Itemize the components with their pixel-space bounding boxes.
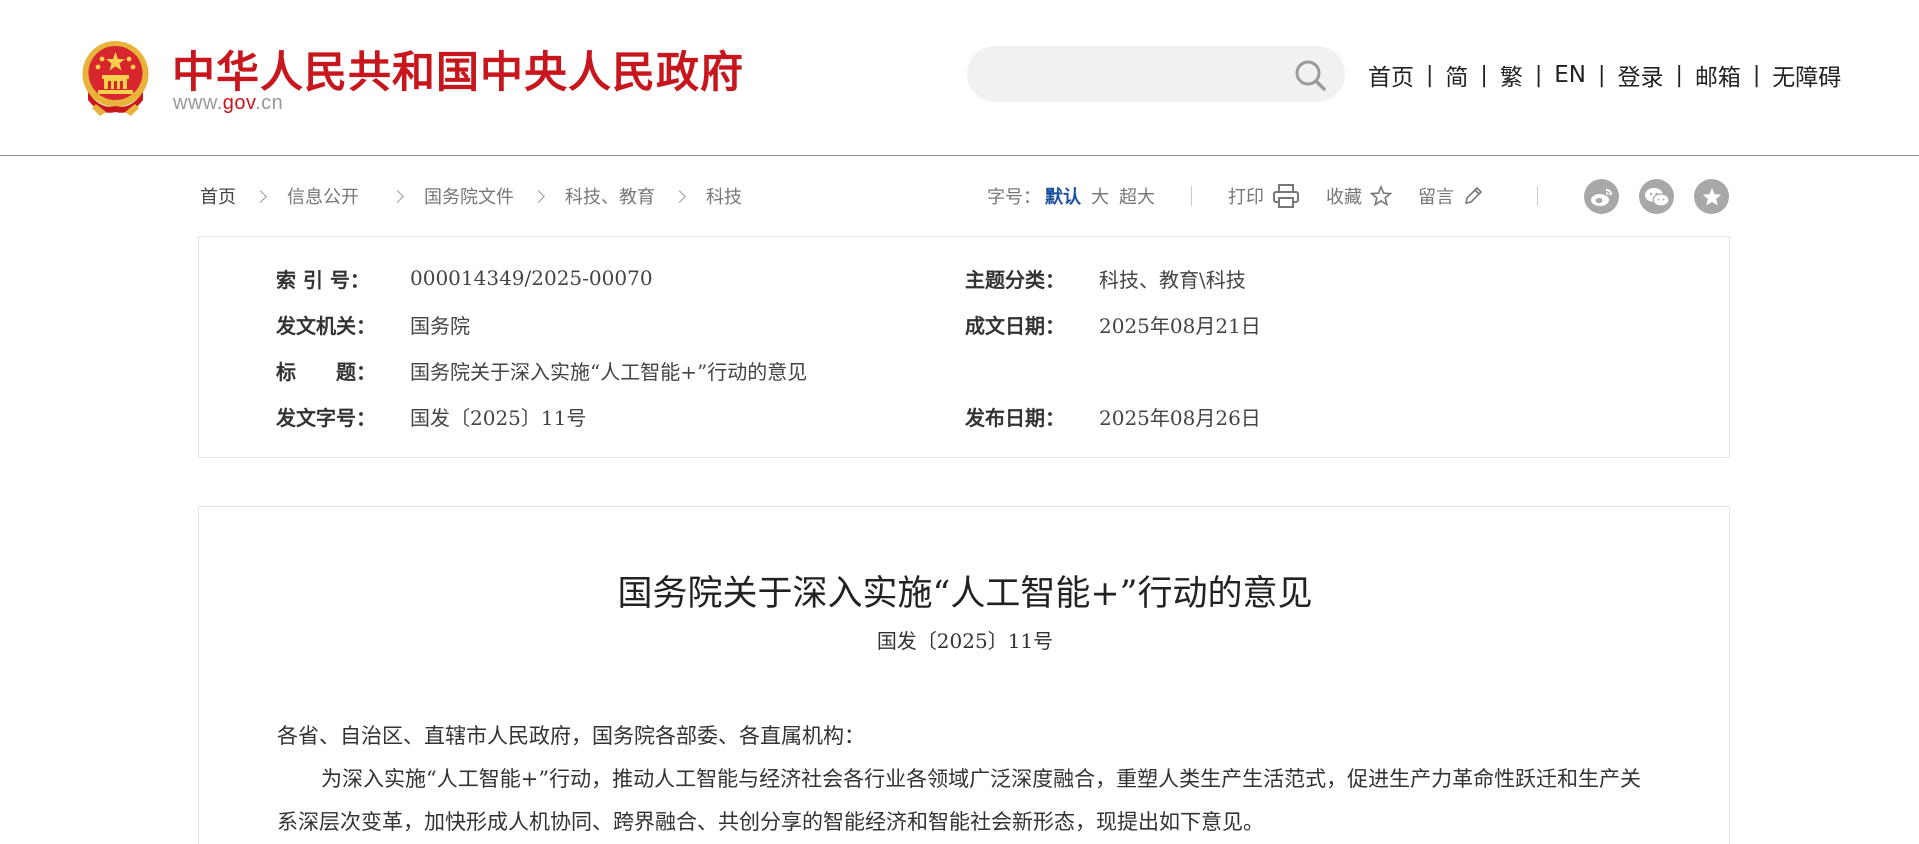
search-input[interactable]: [991, 56, 1271, 92]
info-row-title: 标 题： 国务院关于深入实施“人工智能+”行动的意见: [276, 355, 807, 385]
title-label: 标 题：: [276, 359, 376, 384]
title-value: 国务院关于深入实施“人工智能+”行动的意见: [410, 359, 808, 384]
breadcrumb-sci-edu[interactable]: 科技、教育: [565, 183, 655, 209]
chevron-right-icon: [532, 189, 545, 203]
breadcrumb-home[interactable]: 首页: [200, 183, 236, 209]
site-url-suffix: .cn: [255, 92, 284, 114]
nav-separator: |: [1675, 62, 1683, 88]
article-title: 国务院关于深入实施“人工智能+”行动的意见: [617, 574, 1313, 614]
info-row-topic: 主题分类： 科技、教育\科技: [965, 263, 1246, 293]
chevron-right-icon: [254, 189, 267, 203]
publish-date-label: 发布日期：: [965, 405, 1065, 430]
font-size-xlarge[interactable]: 超大: [1119, 183, 1155, 209]
article-container: 国务院关于深入实施“人工智能+”行动的意见 国发〔2025〕11号 各省、自治区…: [198, 506, 1730, 844]
index-no-label: 索 引 号：: [276, 267, 370, 292]
favorite-label: 收藏: [1326, 187, 1362, 208]
nav-english[interactable]: EN: [1552, 62, 1588, 88]
breadcrumb: 首页 信息公开 国务院文件 科技、教育 科技: [200, 182, 742, 210]
pencil-icon: [1464, 186, 1483, 205]
written-date-label: 成文日期：: [965, 313, 1065, 338]
font-size-label: 字号：: [987, 187, 1041, 208]
star-share-button[interactable]: [1694, 179, 1729, 214]
article-paragraph: 为深入实施“人工智能+”行动，推动人工智能与经济社会各行业各领域广泛深度融合，重…: [277, 767, 1642, 834]
wechat-share-button[interactable]: [1639, 179, 1674, 214]
weibo-share-button[interactable]: [1584, 179, 1619, 214]
article-toolbar: 字号： 默认 大 超大 打印 收藏 留言: [987, 179, 1510, 213]
site-url-brand: gov: [222, 92, 256, 114]
breadcrumb-science[interactable]: 科技: [706, 183, 742, 209]
article-body: 各省、自治区、直辖市人民政府，国务院各部委、各直属机构： 为深入实施“人工智能+…: [277, 715, 1647, 844]
info-row-doc-no: 发文字号： 国发〔2025〕11号: [276, 401, 586, 431]
nav-separator: |: [1426, 62, 1434, 88]
nav-accessibility[interactable]: 无障碍: [1770, 58, 1843, 92]
nav-separator: |: [1534, 62, 1543, 88]
national-emblem-icon[interactable]: [80, 40, 151, 116]
printer-icon: [1273, 184, 1299, 208]
site-url[interactable]: www.gov.cn: [173, 92, 283, 115]
top-nav: 首页 | 简 | 繁 | EN | 登录 | 邮箱 | 无障碍: [1366, 58, 1843, 92]
topic-label: 主题分类：: [965, 267, 1065, 292]
issuer-value: 国务院: [410, 313, 470, 338]
print-label: 打印: [1228, 187, 1264, 208]
info-row-issuer: 发文机关： 国务院: [276, 309, 470, 339]
written-date-value: 2025年08月21日: [1099, 313, 1261, 338]
chevron-right-icon: [391, 189, 404, 203]
info-row-index: 索 引 号： 000014349/2025-00070: [276, 263, 653, 293]
publish-date-value: 2025年08月26日: [1099, 405, 1261, 430]
site-header: 中华人民共和国中央人民政府 www.gov.cn 首页 | 简 | 繁 | EN…: [0, 0, 1919, 156]
nav-home[interactable]: 首页: [1366, 58, 1416, 92]
nav-simplified[interactable]: 简: [1443, 58, 1470, 92]
font-size-default[interactable]: 默认: [1045, 183, 1081, 209]
wechat-icon: [1644, 187, 1670, 207]
comment-label: 留言: [1418, 187, 1454, 208]
nav-traditional[interactable]: 繁: [1498, 58, 1525, 92]
favorite-button[interactable]: 收藏: [1326, 183, 1392, 209]
chevron-right-icon: [673, 189, 686, 203]
star-icon: [1370, 185, 1392, 207]
doc-no-value: 国发〔2025〕11号: [410, 405, 587, 430]
font-size-large[interactable]: 大: [1091, 183, 1109, 209]
star-share-icon: [1702, 187, 1721, 205]
breadcrumb-info-disclosure[interactable]: 信息公开: [287, 183, 359, 209]
info-row-publish-date: 发布日期： 2025年08月26日: [965, 401, 1261, 431]
nav-separator: |: [1752, 62, 1761, 88]
search-icon[interactable]: [1293, 58, 1327, 92]
issuer-label: 发文机关：: [276, 313, 376, 338]
doc-no-label: 发文字号：: [276, 405, 376, 430]
nav-mailbox[interactable]: 邮箱: [1693, 58, 1743, 92]
nav-separator: |: [1598, 62, 1606, 88]
article-doc-number: 国发〔2025〕11号: [876, 629, 1054, 653]
index-no-value: 000014349/2025-00070: [410, 266, 653, 290]
site-url-prefix: www.: [173, 92, 223, 114]
comment-button[interactable]: 留言: [1418, 183, 1484, 209]
info-row-written-date: 成文日期： 2025年08月21日: [965, 309, 1261, 339]
document-info-table: 索 引 号： 000014349/2025-00070 主题分类： 科技、教育\…: [198, 236, 1730, 458]
site-title[interactable]: 中华人民共和国中央人民政府: [172, 38, 744, 100]
search-box: [967, 46, 1345, 102]
nav-separator: |: [1480, 62, 1488, 88]
print-button[interactable]: 打印: [1228, 183, 1300, 209]
article-salutation: 各省、自治区、直辖市人民政府，国务院各部委、各直属机构：: [277, 724, 865, 748]
breadcrumb-state-council-docs[interactable]: 国务院文件: [424, 183, 514, 209]
weibo-icon: [1590, 188, 1612, 206]
toolbar-divider: [1537, 186, 1538, 206]
topic-value: 科技、教育\科技: [1099, 267, 1246, 292]
toolbar-divider: [1191, 186, 1192, 206]
nav-login[interactable]: 登录: [1615, 58, 1665, 92]
